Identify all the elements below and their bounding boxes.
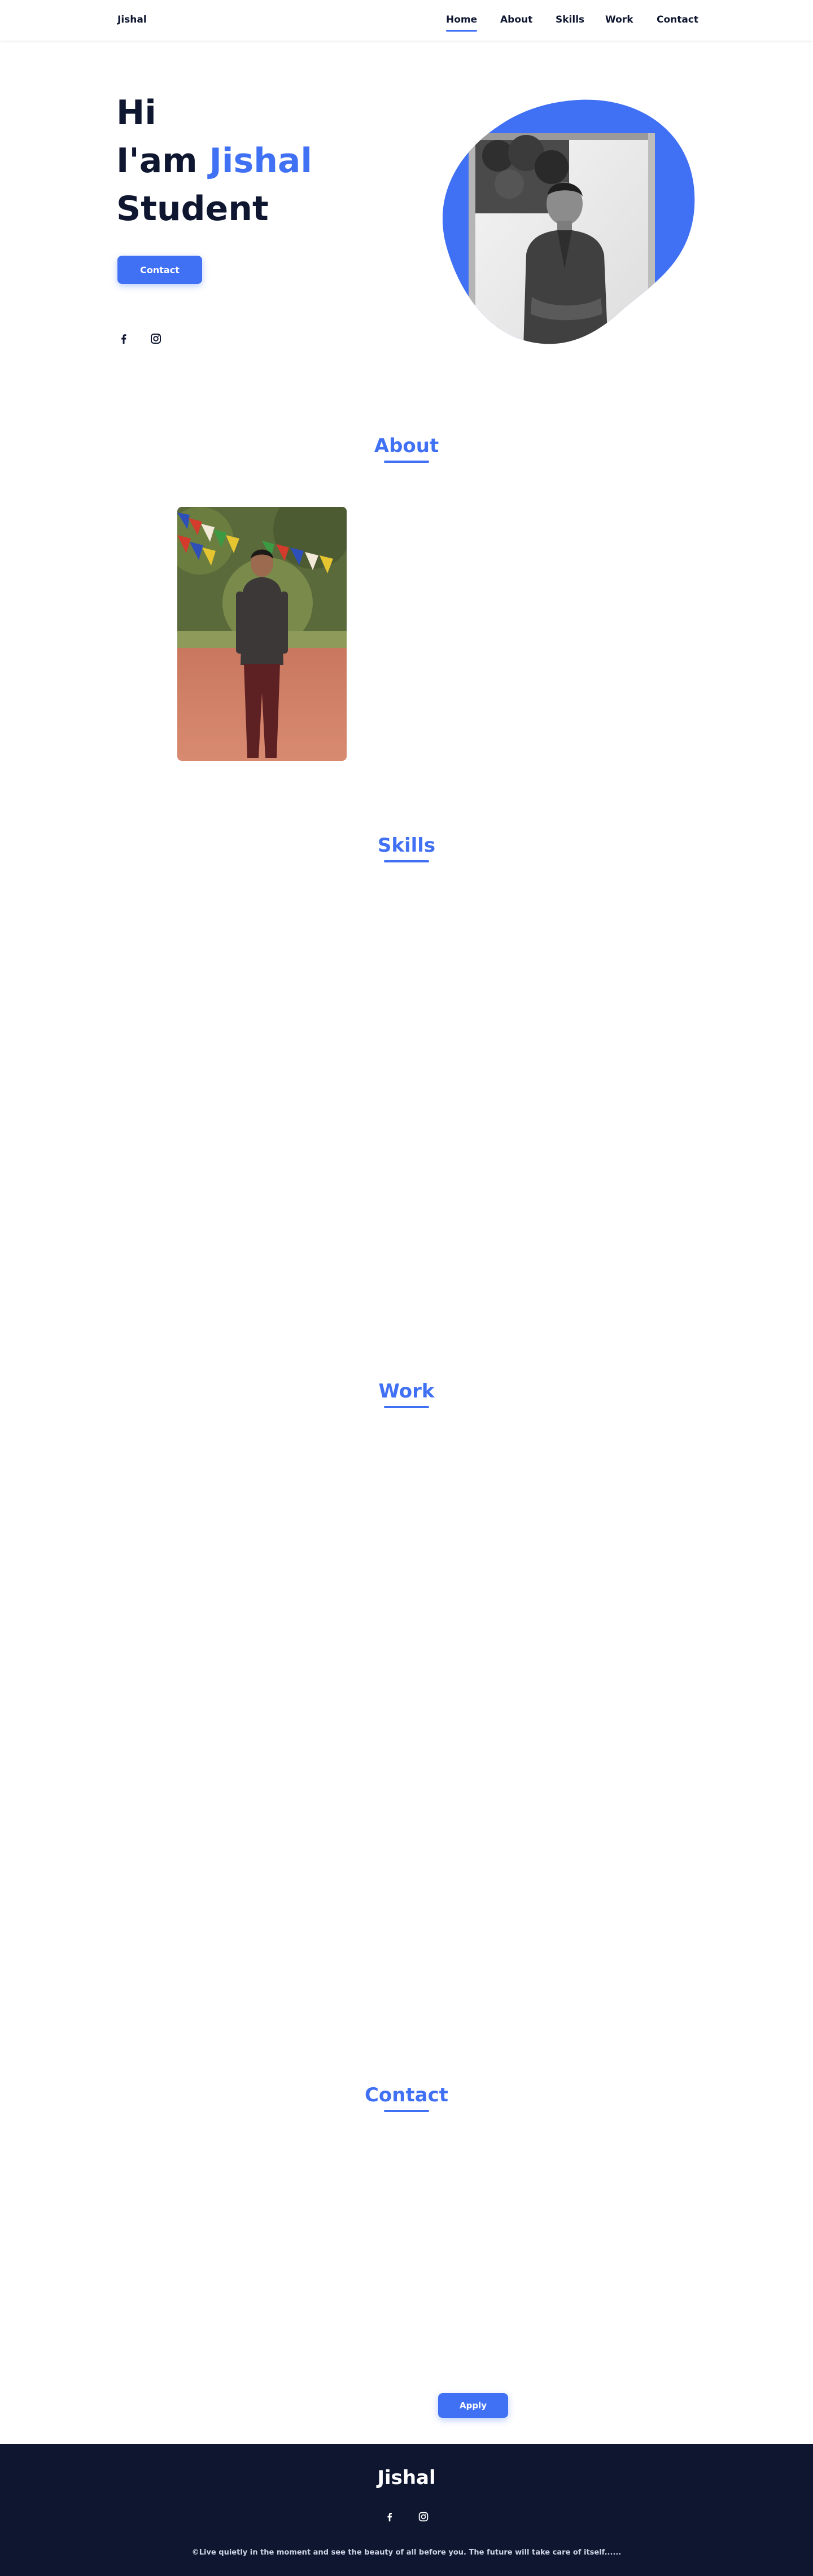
site-header: Jishal Home About Skills Work Contact xyxy=(0,0,813,41)
nav-contact[interactable]: Contact xyxy=(657,14,698,25)
about-photo xyxy=(177,507,347,761)
hero-intro: I'am Jishal xyxy=(116,144,312,178)
facebook-icon[interactable] xyxy=(117,332,130,345)
main-nav: Home About Skills Work Contact xyxy=(0,14,813,37)
hero-role: Student xyxy=(116,189,269,229)
work-underline xyxy=(384,1406,429,1408)
nav-skills[interactable]: Skills xyxy=(556,14,584,25)
nav-home[interactable]: Home xyxy=(446,14,478,32)
hero-name: Jishal xyxy=(209,141,312,181)
hero-intro-prefix: I'am xyxy=(116,141,209,181)
contact-title: Contact xyxy=(364,2084,449,2106)
footer-title: Jishal xyxy=(377,2467,436,2489)
skills-underline xyxy=(384,860,429,862)
instagram-icon[interactable] xyxy=(417,2511,430,2523)
nav-work[interactable]: Work xyxy=(605,14,633,25)
site-footer: Jishal ©Live quietly in the moment and s… xyxy=(0,2444,813,2576)
facebook-icon[interactable] xyxy=(383,2511,396,2523)
work-title: Work xyxy=(378,1380,435,1403)
about-underline xyxy=(384,461,429,463)
skills-title: Skills xyxy=(377,834,436,857)
footer-copyright: ©Live quietly in the moment and see the … xyxy=(191,2548,622,2557)
hero-greeting: Hi xyxy=(116,93,156,133)
apply-button[interactable]: Apply xyxy=(438,2393,508,2418)
nav-about[interactable]: About xyxy=(500,14,532,25)
contact-underline xyxy=(384,2110,429,2112)
about-title: About xyxy=(374,435,439,457)
hero-contact-button[interactable]: Contact xyxy=(117,256,202,284)
hero-portrait xyxy=(442,99,696,348)
instagram-icon[interactable] xyxy=(149,332,163,345)
